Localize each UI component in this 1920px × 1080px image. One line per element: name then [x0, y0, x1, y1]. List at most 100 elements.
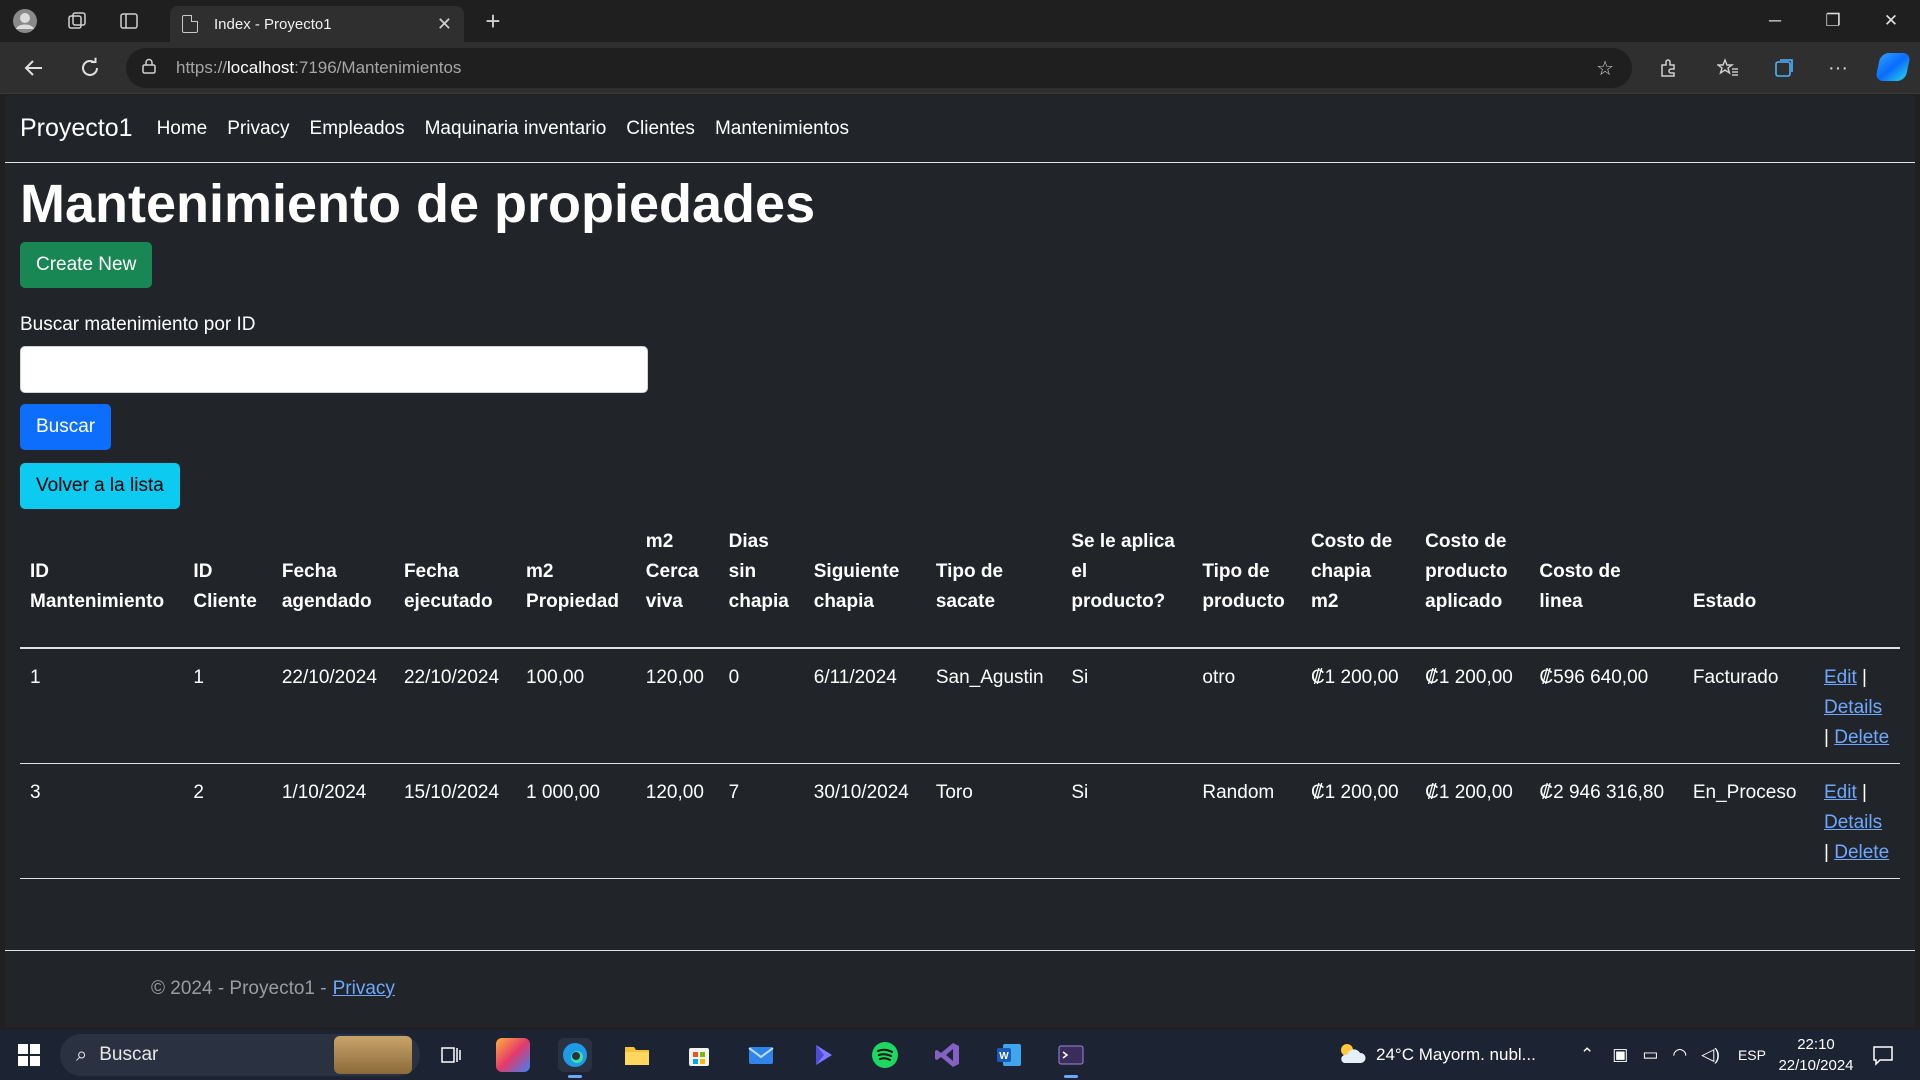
page-icon [182, 15, 198, 33]
search-button[interactable]: Buscar [20, 404, 112, 451]
browser-tabbar: Index - Proyecto1 ✕ + ─ ❐ ✕ [0, 0, 1920, 42]
table-cell: 22/10/2024 [393, 648, 517, 765]
tab-title: Index - Proyecto1 [214, 15, 332, 33]
col-dias-sin-chapia: Dias sin chapia [718, 519, 804, 650]
taskbar-search[interactable]: ⌕ Buscar [60, 1034, 420, 1076]
more-options-icon[interactable]: ··· [1822, 52, 1854, 84]
system-tray: ⌃ ▣ ▭ ◠ ◁) ESP [1580, 1030, 1766, 1080]
mail-icon[interactable] [744, 1038, 778, 1072]
nav-link-empleados[interactable]: Empleados [300, 118, 415, 140]
collections-icon[interactable] [1768, 52, 1800, 84]
back-to-list-button[interactable]: Volver a la lista [20, 463, 180, 510]
create-new-button[interactable]: Create New [20, 242, 153, 289]
minimize-icon[interactable]: ─ [1746, 0, 1804, 42]
address-toolbar: https:// localhost :7196/Mantenimientos … [0, 42, 1920, 94]
clock-time: 22:10 [1797, 1036, 1835, 1053]
details-link[interactable]: Details [1824, 697, 1882, 718]
refresh-icon[interactable] [74, 52, 106, 84]
notifications-icon[interactable] [1872, 1030, 1894, 1080]
search-icon: ⌕ [76, 1043, 88, 1066]
col-m2-cerca-viva: m2 Cerca viva [635, 519, 719, 650]
new-tab-button[interactable]: + [478, 6, 508, 36]
table-row: 1 1 22/10/2024 22/10/2024 100,00 120,00 … [20, 648, 1900, 765]
profile-icon[interactable] [10, 6, 40, 36]
main-container: Mantenimiento de propiedades Create New … [20, 174, 1905, 880]
table-cell: 1/10/2024 [271, 763, 394, 880]
action-separator: | [1824, 727, 1829, 749]
table-cell: 1 [183, 648, 272, 765]
lock-icon[interactable] [142, 58, 166, 78]
copilot-app-icon[interactable] [496, 1038, 530, 1072]
table-cell: Facturado [1682, 648, 1814, 765]
favorites-icon[interactable] [1712, 52, 1744, 84]
close-tab-icon[interactable]: ✕ [437, 14, 452, 35]
table-cell: En_Proceso [1682, 763, 1814, 880]
col-costo-linea: Costo de linea [1529, 519, 1683, 650]
delete-link[interactable]: Delete [1834, 842, 1889, 863]
workspaces-icon[interactable] [62, 6, 92, 36]
table-cell: ₡2 946 316,80 [1529, 763, 1683, 880]
favorite-star-icon[interactable]: ☆ [1596, 56, 1614, 81]
weather-widget[interactable]: 24°C Mayorm. nubl... [1336, 1030, 1536, 1080]
edge-browser-icon[interactable] [558, 1038, 592, 1078]
visual-studio-icon[interactable] [930, 1038, 964, 1072]
nav-link-mantenimientos[interactable]: Mantenimientos [705, 118, 859, 140]
tray-chevron-icon[interactable]: ⌃ [1580, 1045, 1594, 1065]
language-indicator[interactable]: ESP [1738, 1047, 1766, 1063]
taskbar-clock[interactable]: 22:10 22/10/2024 [1766, 1034, 1866, 1076]
search-highlight-image [334, 1036, 412, 1074]
web-page: Proyecto1 Home Privacy Empleados Maquina… [5, 95, 1915, 1027]
nav-link-home[interactable]: Home [147, 118, 218, 140]
file-explorer-icon[interactable] [620, 1038, 654, 1072]
taskbar-search-placeholder: Buscar [99, 1044, 159, 1065]
edit-link[interactable]: Edit [1824, 667, 1857, 688]
edit-link[interactable]: Edit [1824, 782, 1857, 803]
browser-tab-active[interactable]: Index - Proyecto1 ✕ [170, 6, 464, 42]
col-estado: Estado [1682, 519, 1814, 650]
table-cell: ₡1 200,00 [1300, 763, 1416, 880]
wifi-icon[interactable]: ◠ [1672, 1045, 1687, 1065]
vertical-tabs-icon[interactable] [114, 6, 144, 36]
col-aplica-producto: Se le aplica el producto? [1061, 519, 1193, 650]
volume-icon[interactable]: ◁) [1701, 1045, 1720, 1065]
terminal-icon[interactable] [1054, 1038, 1088, 1078]
table-row: 3 2 1/10/2024 15/10/2024 1 000,00 120,00… [20, 763, 1900, 880]
navbar-brand[interactable]: Proyecto1 [20, 114, 133, 143]
maintenance-table: ID Mantenimiento ID Cliente Fecha agendado … [20, 519, 1900, 880]
col-fecha-ejecutado: Fecha ejecutado [393, 519, 517, 650]
table-cell: 120,00 [635, 648, 719, 765]
col-fecha-agendado: Fecha agendado [271, 519, 394, 650]
table-cell: otro [1192, 648, 1301, 765]
restore-icon[interactable]: ❐ [1804, 0, 1862, 42]
battery-icon[interactable]: ▭ [1642, 1045, 1658, 1065]
delete-link[interactable]: Delete [1834, 727, 1889, 748]
close-window-icon[interactable]: ✕ [1862, 0, 1920, 42]
task-view-icon[interactable] [434, 1038, 468, 1072]
table-cell: Si [1061, 648, 1193, 765]
table-header-row: ID Mantenimiento ID Cliente Fecha agendado … [20, 519, 1900, 650]
col-id-cliente: ID Cliente [183, 519, 272, 650]
power-automate-icon[interactable] [806, 1038, 840, 1072]
action-separator: | [1824, 842, 1829, 864]
action-separator: | [1862, 667, 1867, 689]
back-arrow-icon[interactable] [18, 52, 50, 84]
weather-cloud-icon [1336, 1041, 1366, 1070]
microsoft-store-icon[interactable] [682, 1038, 716, 1072]
meet-now-icon[interactable]: ▣ [1612, 1045, 1628, 1065]
address-bar[interactable]: https:// localhost :7196/Mantenimientos … [126, 48, 1632, 88]
windows-start-icon[interactable] [18, 1044, 40, 1066]
nav-link-clientes[interactable]: Clientes [616, 118, 705, 140]
details-link[interactable]: Details [1824, 812, 1882, 833]
table-cell: 6/11/2024 [803, 648, 926, 765]
clock-date: 22/10/2024 [1778, 1057, 1854, 1074]
table-cell: Toro [925, 763, 1062, 880]
col-siguiente-chapia: Siguiente chapia [803, 519, 926, 650]
search-input[interactable] [20, 346, 648, 394]
nav-link-privacy[interactable]: Privacy [217, 118, 299, 140]
footer-privacy-link[interactable]: Privacy [333, 978, 395, 1000]
extensions-icon[interactable] [1652, 52, 1684, 84]
spotify-icon[interactable] [868, 1038, 902, 1072]
nav-link-maquinaria[interactable]: Maquinaria inventario [415, 118, 617, 140]
weather-text: 24°C Mayorm. nubl... [1376, 1045, 1536, 1064]
word-icon[interactable]: W [992, 1038, 1026, 1072]
